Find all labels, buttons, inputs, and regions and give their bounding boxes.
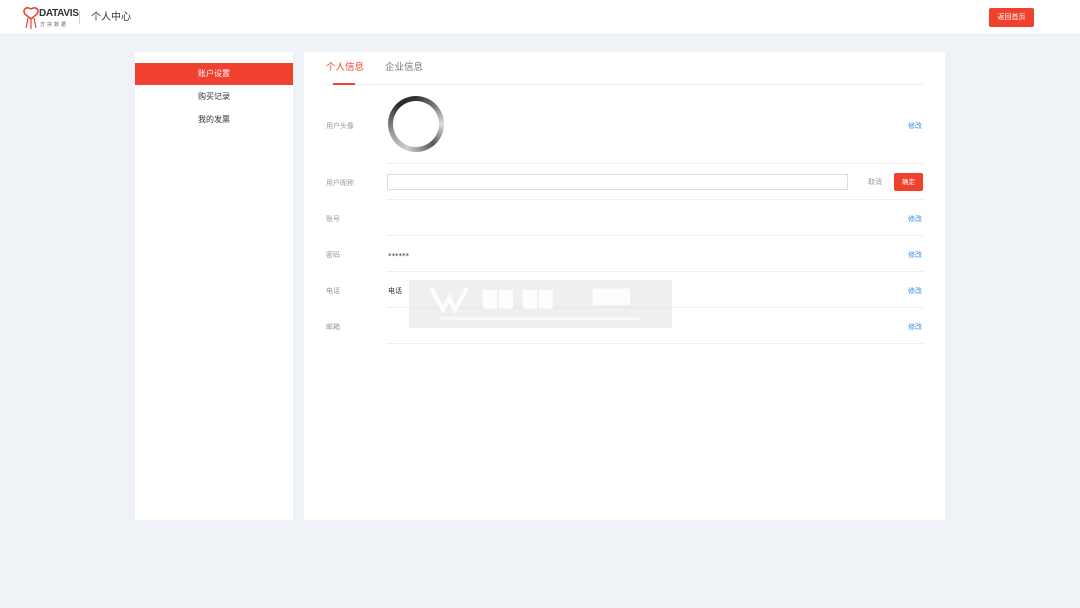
confirm-button[interactable]: 确定 bbox=[894, 173, 923, 191]
row-divider bbox=[387, 199, 923, 200]
tab-company-info[interactable]: 企业信息 bbox=[385, 61, 423, 75]
avatar[interactable] bbox=[388, 96, 444, 152]
watermark: ▇▇ ▇▇ ▇▇▇ bbox=[409, 280, 672, 328]
row-divider bbox=[387, 343, 923, 344]
sidebar-item-account-settings[interactable]: 账户设置 bbox=[135, 63, 293, 85]
tab-personal-info[interactable]: 个人信息 bbox=[326, 61, 364, 75]
active-tab-indicator bbox=[333, 83, 355, 85]
modify-password-link[interactable]: 修改 bbox=[908, 250, 922, 260]
nickname-input[interactable] bbox=[387, 174, 848, 190]
nickname-label: 用户昵称 bbox=[326, 179, 354, 187]
sidebar-item-my-invoices[interactable]: 我的发票 bbox=[135, 109, 293, 131]
avatar-label: 用户头像 bbox=[326, 122, 354, 130]
row-divider bbox=[387, 271, 923, 272]
watermark-line bbox=[439, 317, 639, 320]
logo-subtext: 方块数据 bbox=[40, 22, 69, 28]
modify-account-link[interactable]: 修改 bbox=[908, 214, 922, 224]
row-divider bbox=[387, 235, 923, 236]
datavis-logo[interactable]: DATAVIS 方块数据 bbox=[22, 6, 79, 30]
phone-value: 电话 bbox=[388, 287, 402, 295]
account-label: 账号 bbox=[326, 215, 340, 223]
sidebar: 账户设置 购买记录 我的发票 bbox=[135, 52, 293, 520]
watermark-glyphs: ▇▇ ▇▇ bbox=[483, 288, 555, 309]
password-value: ****** bbox=[388, 252, 409, 260]
email-label: 邮箱 bbox=[326, 323, 340, 331]
password-label: 密码 bbox=[326, 251, 340, 259]
watermark-glyphs-2: ▇▇▇ bbox=[593, 286, 630, 305]
logo-text: DATAVIS bbox=[39, 8, 79, 19]
cancel-button[interactable]: 取消 bbox=[868, 177, 882, 187]
page-title: 个人中心 bbox=[91, 12, 131, 23]
tab-bar: 个人信息 企业信息 bbox=[326, 52, 923, 85]
avatar-inner bbox=[393, 101, 439, 147]
sidebar-item-purchase-records[interactable]: 购买记录 bbox=[135, 86, 293, 108]
phone-label: 电话 bbox=[326, 287, 340, 295]
logo-mark-icon bbox=[23, 7, 39, 29]
header-divider bbox=[79, 11, 80, 24]
watermark-v-icon bbox=[429, 287, 469, 314]
modify-phone-link[interactable]: 修改 bbox=[908, 286, 922, 296]
row-divider bbox=[387, 163, 923, 164]
top-header: DATAVIS 方块数据 个人中心 返回首页 bbox=[0, 0, 1080, 35]
main-panel: 个人信息 企业信息 用户头像 修改 用户昵称 取消 确定 账号 修改 密码 **… bbox=[304, 52, 945, 520]
back-to-home-button[interactable]: 返回首页 bbox=[989, 8, 1034, 27]
modify-email-link[interactable]: 修改 bbox=[908, 322, 922, 332]
modify-avatar-link[interactable]: 修改 bbox=[908, 121, 922, 131]
